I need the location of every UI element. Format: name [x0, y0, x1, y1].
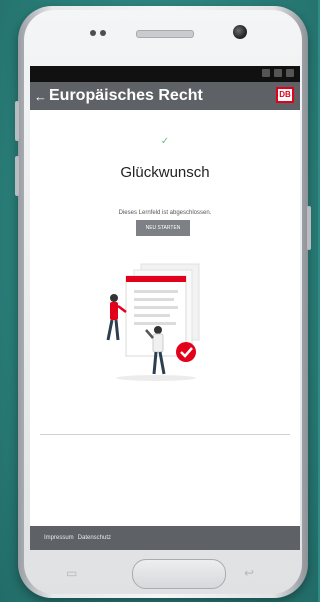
success-headline: Glückwunsch — [120, 164, 210, 181]
status-bar — [30, 66, 300, 82]
footer-link-impressum[interactable]: Impressum — [44, 535, 74, 541]
person-figure-icon — [106, 294, 127, 341]
sensor-dot — [90, 30, 96, 36]
sensor-dot — [100, 30, 106, 36]
app-bar: ← Europäisches Recht DB — [30, 82, 300, 110]
phone-screen: ← Europäisches Recht DB ✓ Glückwunsch Di… — [30, 66, 300, 550]
completion-illustration — [106, 263, 200, 381]
status-icons — [262, 69, 294, 77]
battery-icon — [286, 69, 294, 77]
volume-button — [15, 101, 19, 141]
home-button[interactable] — [132, 559, 226, 589]
main-content: ✓ Glückwunsch Dieses Lernfeld ist abgesc… — [30, 110, 300, 514]
back-nav-icon: ↩ — [244, 566, 255, 580]
divider — [40, 434, 290, 435]
check-icon: ✓ — [160, 136, 170, 147]
completion-message: Dieses Lernfeld ist abgeschlossen. — [118, 210, 212, 216]
volume-button — [15, 156, 19, 196]
footer-link-datenschutz[interactable]: Datenschutz — [78, 535, 111, 541]
success-badge-icon — [176, 342, 196, 362]
recent-apps-icon: ▭ — [66, 566, 78, 580]
footer: Impressum Datenschutz — [30, 526, 300, 550]
wifi-icon — [274, 69, 282, 77]
arrow-left-icon[interactable]: ← — [34, 89, 47, 104]
front-camera — [233, 25, 247, 39]
power-button — [307, 206, 311, 250]
signal-icon — [262, 69, 270, 77]
restart-button[interactable]: NEU STARTEN — [136, 220, 190, 236]
page-title: Europäisches Recht — [49, 87, 203, 104]
speaker-grille — [136, 30, 194, 38]
db-logo: DB — [276, 87, 294, 103]
